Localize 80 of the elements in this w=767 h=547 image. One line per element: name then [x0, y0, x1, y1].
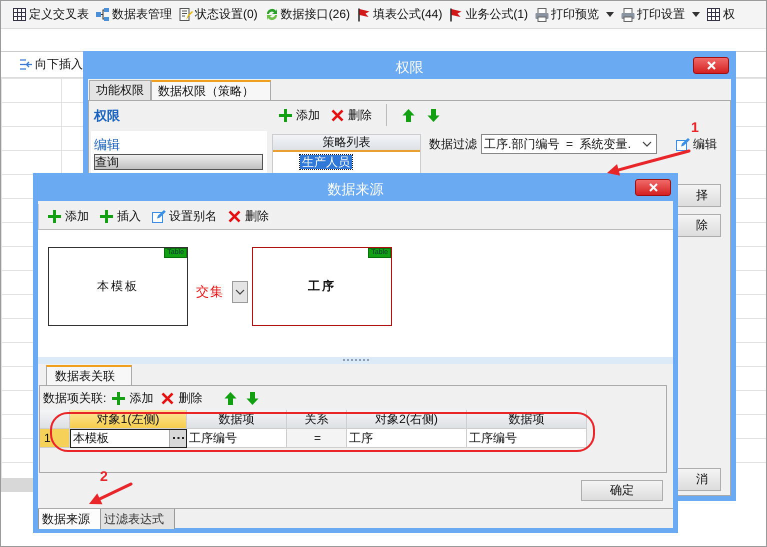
printer-icon: [534, 7, 550, 22]
toolbar-button[interactable]: 定义交叉表: [9, 4, 92, 26]
table-cell: 工序编号: [467, 429, 587, 448]
chevron-icon: [642, 141, 652, 147]
dialog-title: 权限: [396, 58, 424, 76]
delete-icon: [227, 209, 242, 224]
up-arrow-icon: [401, 108, 416, 122]
chevron-icon: [235, 289, 245, 295]
table-cell: 工序: [347, 429, 467, 448]
up-arrow-icon: [223, 390, 238, 406]
corner-cell: [40, 410, 70, 429]
toolbar-button[interactable]: 数据接口(26): [260, 4, 354, 26]
diagram-icon: [95, 7, 110, 22]
column-header: 数据项: [467, 410, 587, 429]
delete-icon: [160, 390, 176, 406]
add-icon: [111, 390, 126, 406]
add-button[interactable]: 添加: [109, 390, 156, 406]
down-arrow-icon: [245, 390, 260, 406]
table-cell: 工序编号: [187, 429, 287, 448]
more-icon: [172, 437, 184, 440]
edit-icon: [675, 136, 690, 152]
add-button[interactable]: 插入: [97, 208, 143, 225]
section-heading: 权限: [92, 107, 121, 125]
toolbar-button[interactable]: 状态设置(0): [175, 4, 261, 26]
flag-icon: [448, 7, 464, 22]
tab[interactable]: 功能权限: [89, 80, 151, 100]
table-icon: [706, 7, 722, 22]
table-name: 工序: [308, 278, 336, 295]
toolbar-button[interactable]: 权: [703, 4, 738, 26]
insert-icon: [18, 57, 33, 72]
tab[interactable]: 过滤表达式: [101, 509, 175, 529]
annotation-number: 2: [100, 468, 108, 484]
row-number: 1: [40, 429, 70, 448]
add-icon: [278, 108, 293, 122]
add-button[interactable]: 添加: [45, 208, 91, 225]
field-label: 数据过滤: [429, 136, 477, 152]
edit-button[interactable]: 编辑: [673, 136, 719, 152]
grip-icon: [342, 359, 368, 362]
insert-below-button[interactable]: 向下插入: [15, 54, 86, 76]
ellipsis-button[interactable]: [169, 430, 186, 447]
close-icon: [648, 183, 658, 192]
printer-icon: [620, 7, 636, 22]
toolbar-button[interactable]: 打印设置: [617, 4, 704, 26]
close-button[interactable]: [635, 179, 671, 196]
join-dropdown-button[interactable]: [232, 281, 248, 303]
annotation-number: 1: [691, 119, 699, 135]
ok-button[interactable]: 确定: [581, 480, 663, 501]
toolbar-button[interactable]: 业务公式(1): [445, 4, 532, 26]
flag-icon: [356, 7, 372, 22]
list-item[interactable]: 编辑: [94, 136, 263, 154]
delete-button[interactable]: 删除: [158, 390, 204, 406]
close-icon: [706, 61, 716, 70]
delete-button[interactable]: 删除: [328, 106, 374, 124]
edit-button[interactable]: 设置别名: [149, 208, 219, 225]
join-type-label: 交集: [196, 283, 224, 301]
tab[interactable]: 数据来源: [38, 509, 101, 529]
tab[interactable]: 数据表关联: [46, 365, 132, 385]
toolbar-button[interactable]: 打印预览: [531, 4, 618, 26]
filter-dropdown[interactable]: 工序.部门编号 = 系统变量.: [481, 134, 657, 154]
delete-button[interactable]: 删除: [225, 208, 271, 225]
list-item[interactable]: 查询: [94, 154, 263, 170]
add-button[interactable]: 添加: [276, 106, 322, 124]
tab[interactable]: 数据权限（策略）: [151, 80, 271, 100]
table-icon: [12, 7, 27, 22]
edit-icon: [151, 209, 166, 224]
toolbar-button[interactable]: 数据表管理: [92, 4, 175, 26]
add-icon: [99, 209, 114, 224]
dialog-title: 数据来源: [328, 180, 384, 198]
toolbar-button[interactable]: 填表公式(44): [353, 4, 446, 26]
close-button[interactable]: [693, 57, 729, 74]
table-cell: =: [287, 429, 347, 448]
document-icon: [178, 7, 193, 22]
table-name: 本模板: [97, 278, 139, 295]
toolbar-label: 数据项关联:: [43, 390, 106, 406]
delete-icon: [330, 108, 345, 122]
add-icon: [47, 209, 62, 224]
column-header: 策略列表: [273, 135, 420, 152]
list-item[interactable]: 生产人员: [300, 155, 352, 169]
annotation-arrow: [89, 482, 132, 504]
down-arrow-icon: [426, 108, 441, 122]
